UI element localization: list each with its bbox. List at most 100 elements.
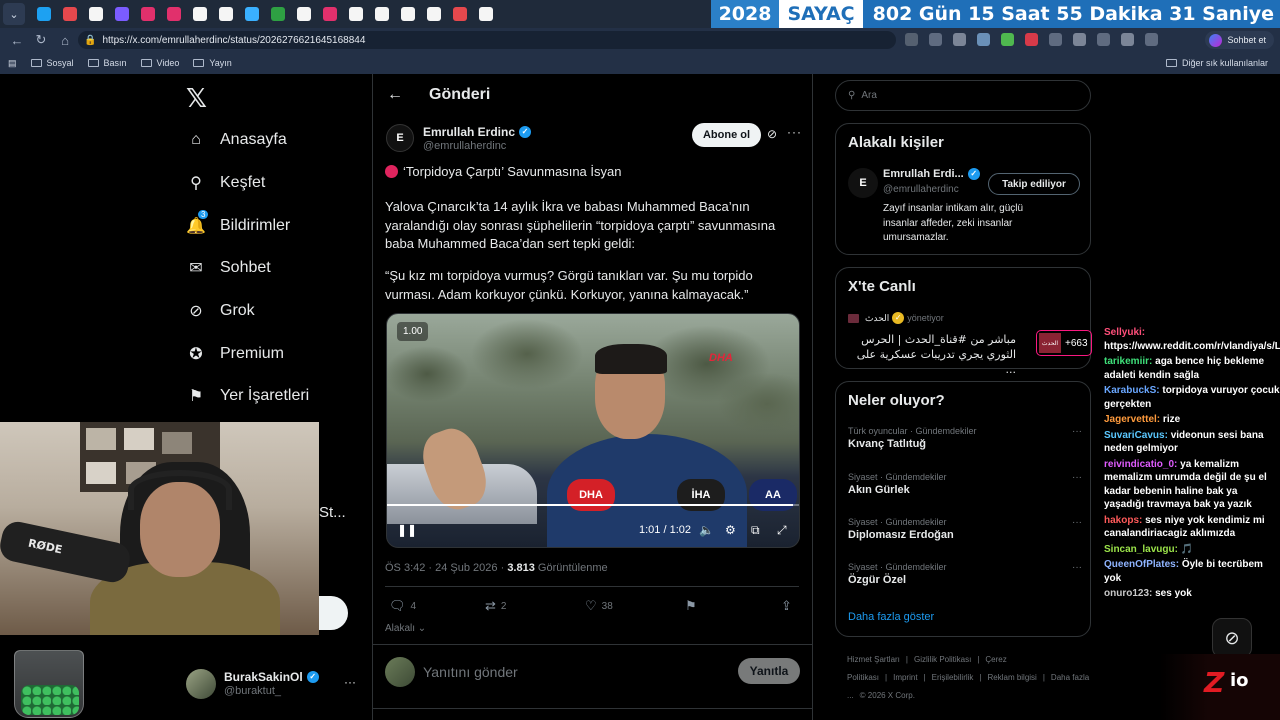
bookmark-folder-basin[interactable]: Basın — [87, 58, 127, 68]
tab-favicon-icon[interactable] — [141, 7, 155, 21]
more-options-icon[interactable]: ··· — [1072, 426, 1082, 437]
bookmark-folder-yayin[interactable]: Yayın — [193, 58, 232, 68]
tab-favicon-icon[interactable] — [375, 7, 389, 21]
more-options-icon[interactable]: ··· — [1072, 517, 1082, 528]
share-action[interactable]: ⇪ — [781, 598, 797, 614]
tab-favicon-icon[interactable] — [89, 7, 103, 21]
tab-favicon-icon[interactable] — [167, 7, 181, 21]
live-listeners[interactable]: الحدث +663 — [1036, 330, 1092, 356]
trend-item[interactable]: Siyaset · Gündemdekiler Diplomasız Erdoğa… — [848, 517, 1082, 541]
back-arrow-icon[interactable]: ← — [387, 86, 403, 104]
account-switcher[interactable]: BurakSakinOl ✓ @buraktut_ ··· — [186, 667, 366, 701]
following-button[interactable]: Takip ediliyor — [988, 173, 1080, 195]
address-bar[interactable]: 🔒 https://x.com/emrullaherdinc/status/20… — [78, 31, 896, 49]
reply-input[interactable]: Yanıtını gönder — [423, 664, 518, 680]
more-options-icon[interactable]: ··· — [787, 125, 802, 139]
extension-icon[interactable] — [1145, 33, 1158, 46]
tab-favicon-icon[interactable] — [219, 7, 233, 21]
nav-item-bildirimler[interactable]: 🔔 3 Bildirimler — [186, 210, 290, 236]
user-avatar[interactable] — [385, 657, 415, 687]
tab-favicon-icon[interactable] — [427, 7, 441, 21]
home-button-icon[interactable]: ⌂ — [58, 33, 72, 48]
trend-item[interactable]: Siyaset · Gündemdekiler Özgür Özel ··· — [848, 562, 1082, 586]
nav-item-grok[interactable]: ⊘ Grok — [186, 301, 254, 321]
extension-icon[interactable] — [905, 33, 918, 46]
volume-icon[interactable]: 🔈 — [699, 523, 714, 537]
tab-favicons[interactable] — [31, 7, 499, 21]
footer-link[interactable]: © 2026 X Corp. — [860, 691, 915, 700]
x-logo-icon[interactable]: 𝕏 — [186, 84, 207, 114]
nav-item-partial-label[interactable]: St... — [319, 504, 346, 521]
pause-icon[interactable]: ❚❚ — [397, 523, 417, 537]
bookmark-folder-video[interactable]: Video — [140, 58, 179, 68]
picture-in-picture-icon[interactable]: ⧉ — [751, 523, 760, 538]
reply-sort-dropdown[interactable]: Alakalı ⌄ — [385, 623, 426, 634]
settings-gear-icon[interactable]: ⚙ — [725, 523, 736, 537]
search-input[interactable]: ⚲ Ara — [835, 80, 1091, 111]
fullscreen-icon[interactable]: ⤢ — [777, 523, 787, 538]
repost-action[interactable]: ⇄ 2 — [485, 598, 506, 614]
tab-list-dropdown-button[interactable]: ⌄ — [3, 3, 25, 25]
author-handle[interactable]: @emrullaherdinc — [423, 140, 531, 152]
nav-item-sohbet[interactable]: ✉ Sohbet — [186, 258, 270, 278]
tab-favicon-icon[interactable] — [323, 7, 337, 21]
nav-item-keşfet[interactable]: ⚲ Keşfet — [186, 173, 265, 193]
extension-icons[interactable] — [905, 33, 1169, 46]
bookmark-action[interactable]: ⚑ — [685, 598, 702, 614]
extension-icon[interactable] — [1049, 33, 1062, 46]
tab-favicon-icon[interactable] — [349, 7, 363, 21]
trend-item[interactable]: Siyaset · Gündemdekiler Akın Gürlek ··· — [848, 472, 1082, 496]
author-avatar[interactable]: E — [386, 124, 414, 152]
playback-speed[interactable]: 1.00 — [397, 322, 429, 341]
more-options-icon[interactable]: ··· — [1072, 472, 1082, 483]
nav-item-premium[interactable]: ✪ Premium — [186, 344, 284, 364]
tab-favicon-icon[interactable] — [479, 7, 493, 21]
extension-icon[interactable] — [929, 33, 942, 46]
copilot-chat-button[interactable]: Sohbet et — [1205, 31, 1274, 49]
post-author[interactable]: E Emrullah Erdinc ✓ @emrullaherdinc — [386, 124, 532, 152]
bookmark-bar-menu-icon[interactable]: ▤ — [8, 58, 17, 69]
footer-link[interactable]: Hizmet Şartları — [847, 655, 900, 664]
extension-icon[interactable] — [1001, 33, 1014, 46]
more-options-icon[interactable]: ··· — [344, 675, 356, 689]
tab-favicon-icon[interactable] — [271, 7, 285, 21]
tab-favicon-icon[interactable] — [401, 7, 415, 21]
tab-favicon-icon[interactable] — [193, 7, 207, 21]
bookmark-folder-sosyal[interactable]: Sosyal — [30, 58, 74, 68]
related-person-handle[interactable]: @emrullaherdinc — [883, 184, 1003, 195]
extension-icon[interactable] — [1073, 33, 1086, 46]
footer-link[interactable]: Gizlilik Politikası — [914, 655, 971, 664]
video-progress-bar[interactable] — [387, 504, 799, 506]
back-arrow-icon[interactable]: ← — [10, 33, 24, 48]
tab-favicon-icon[interactable] — [245, 7, 259, 21]
tab-favicon-icon[interactable] — [63, 7, 77, 21]
reload-icon[interactable]: ↻ — [34, 32, 48, 48]
show-more-link[interactable]: Daha fazla göster — [848, 611, 934, 623]
subscribe-button[interactable]: Abone ol — [692, 123, 761, 147]
tab-favicon-icon[interactable] — [453, 7, 467, 21]
live-broadcast[interactable]: الحدث ✓ yönetiyor مباشر من #قناة_الحدث | ا… — [848, 312, 1092, 377]
more-options-icon[interactable]: ··· — [1072, 562, 1082, 573]
nav-item-yer-i̇şaretleri[interactable]: ⚑ Yer İşaretleri — [186, 386, 309, 406]
extension-icon[interactable] — [953, 33, 966, 46]
footer-link[interactable]: Imprint — [893, 673, 917, 682]
extension-icon[interactable] — [977, 33, 990, 46]
extension-icon[interactable] — [1025, 33, 1038, 46]
related-person-name[interactable]: Emrullah Erdi... ✓ — [883, 168, 1003, 180]
reply-action[interactable]: 🗨 4 — [389, 598, 416, 614]
grok-floating-button-icon[interactable]: ⊘ — [1212, 618, 1252, 658]
related-person-avatar[interactable]: E — [848, 168, 878, 198]
extension-icon[interactable] — [1097, 33, 1110, 46]
tab-favicon-icon[interactable] — [297, 7, 311, 21]
like-action[interactable]: ♡ 38 — [585, 598, 613, 614]
grok-explain-icon[interactable]: ⊘ — [767, 127, 777, 141]
other-bookmarks[interactable]: Diğer sık kullanılanlar — [1165, 58, 1268, 68]
tab-favicon-icon[interactable] — [37, 7, 51, 21]
author-name[interactable]: Emrullah Erdinc ✓ — [423, 125, 532, 139]
footer-link[interactable]: Erişilebilirlik — [932, 673, 974, 682]
reply-button[interactable]: Yanıtla — [738, 658, 800, 684]
extension-icon[interactable] — [1121, 33, 1134, 46]
video-player[interactable]: DHA DHA İHA AA 1.00 ❚❚ 1:01 / 1:02 🔈 ⚙ ⧉… — [386, 313, 800, 548]
nav-item-anasayfa[interactable]: ⌂ Anasayfa — [186, 130, 287, 150]
tab-favicon-icon[interactable] — [115, 7, 129, 21]
